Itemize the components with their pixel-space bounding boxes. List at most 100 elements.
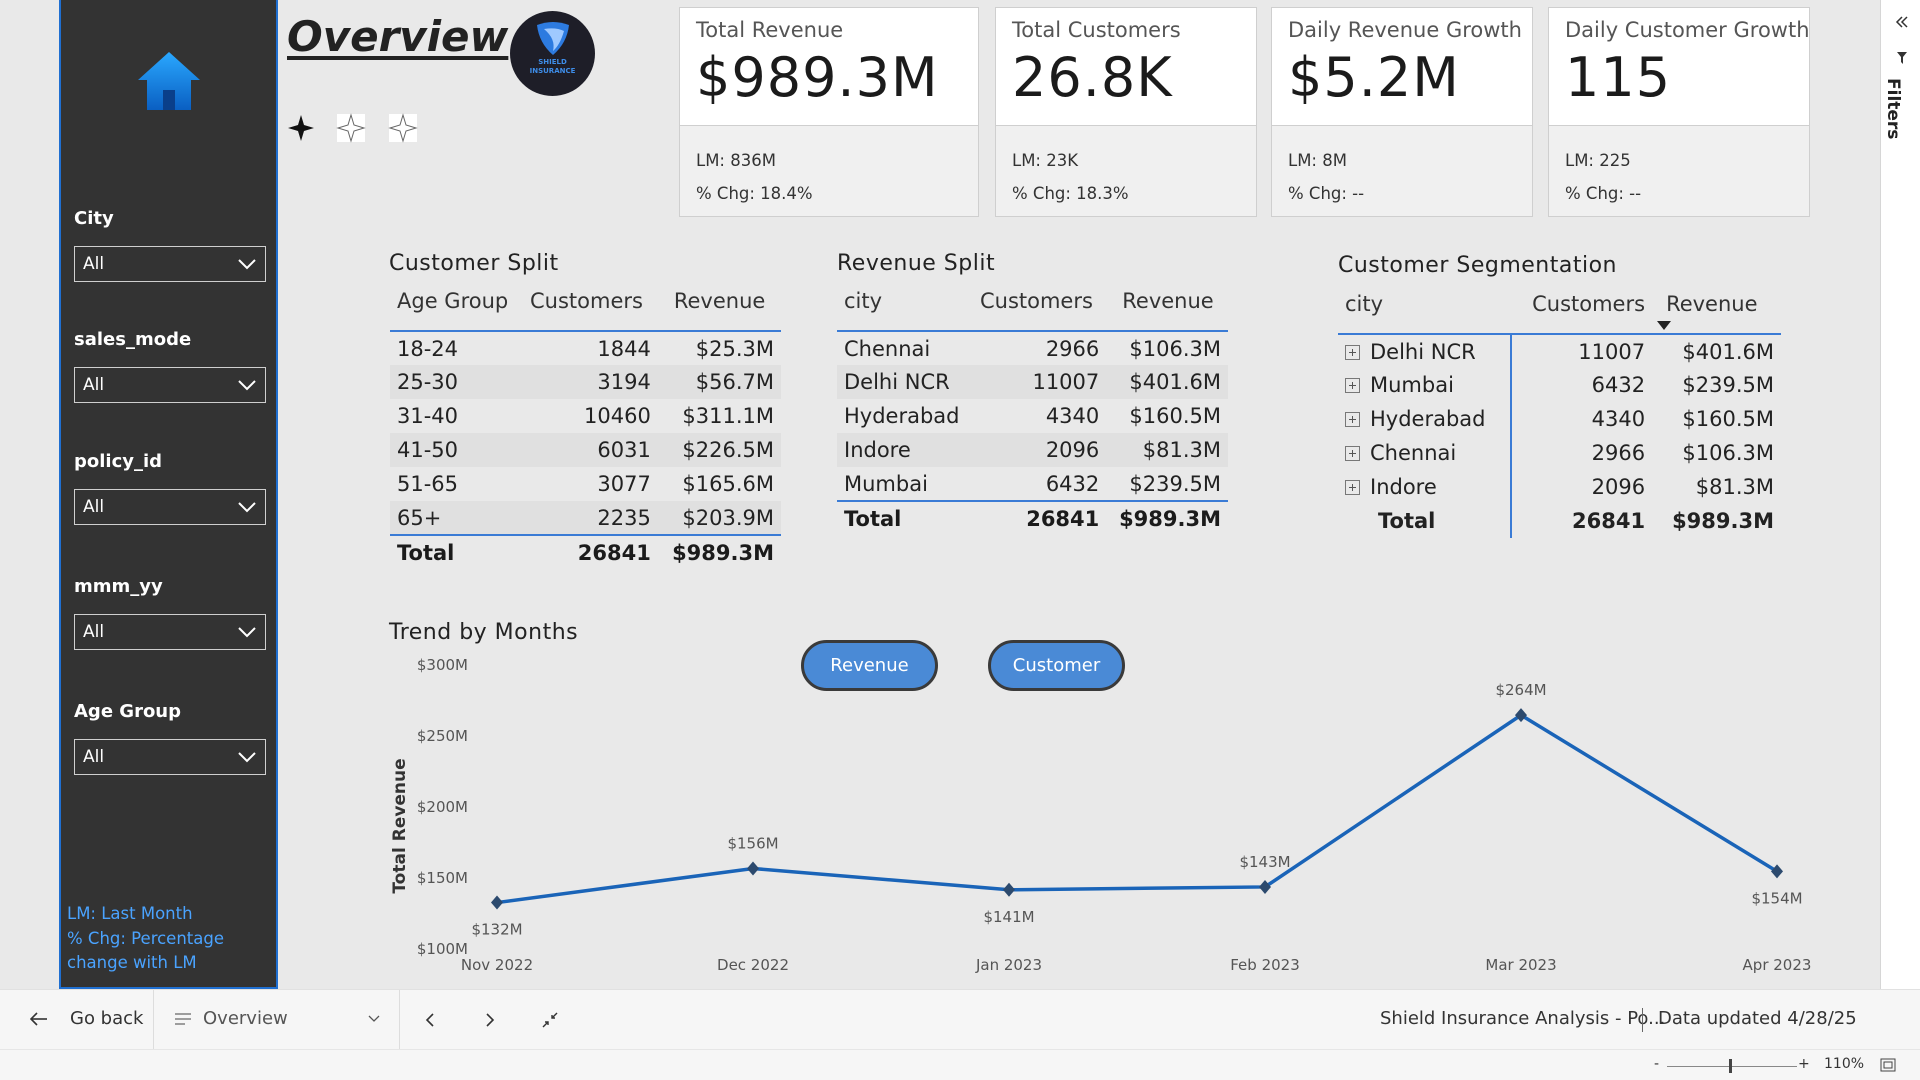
table-row[interactable]: 18-24 1844 $25.3M <box>390 331 781 365</box>
total-row: Total 26841 $989.3M <box>837 501 1228 535</box>
table-cell: Total <box>844 506 902 531</box>
table-cell: 4340 <box>1045 404 1100 428</box>
column-header[interactable]: Customers <box>1511 292 1652 334</box>
zoom-slider-thumb[interactable] <box>1729 1059 1732 1073</box>
kpi-last-month: LM: 23K <box>1012 151 1079 170</box>
slicer-value: All <box>83 747 105 767</box>
expand-icon[interactable] <box>1345 344 1360 360</box>
legend-note-line: change with LM <box>67 953 197 972</box>
column-header[interactable]: Revenue <box>1652 292 1781 334</box>
zoom-slider[interactable] <box>1667 1066 1797 1067</box>
table-cell: $401.6M <box>1682 339 1774 364</box>
age-group-slicer: Age Group All <box>74 701 266 775</box>
revenue-split-title: Revenue Split <box>837 251 996 276</box>
table-cell: Indore <box>1370 475 1437 499</box>
month-dropdown[interactable]: All <box>74 614 266 650</box>
revenue-split-table[interactable]: city Customers Revenue Chennai 2966 $106.3… <box>837 289 1228 535</box>
table-cell: 1844 <box>597 336 651 361</box>
table-row[interactable]: Hyderabad 4340 $160.5M <box>837 399 1228 433</box>
sales-mode-dropdown[interactable]: All <box>74 367 266 403</box>
kpi-card-daily-customer-growth[interactable]: Daily Customer Growth 115 LM: 225 % Chg:… <box>1548 7 1810 217</box>
table-cell: $989.3M <box>1672 509 1774 533</box>
table-cell: Hyderabad <box>1370 407 1486 431</box>
column-header[interactable]: Revenue <box>1106 289 1228 331</box>
column-header[interactable]: Age Group <box>390 289 523 331</box>
arrow-left-icon <box>30 1011 47 1026</box>
expand-icon[interactable] <box>1345 446 1360 461</box>
table-cell: 6432 <box>1591 373 1646 397</box>
table-row[interactable]: Indore 2096 $81.3M <box>1338 470 1781 504</box>
table-row[interactable]: 41-50 6031 $226.5M <box>390 433 781 467</box>
y-tick-label: $150M <box>417 869 468 887</box>
page-selector[interactable]: Overview <box>175 1008 380 1029</box>
table-row[interactable]: 25-30 3194 $56.7M <box>390 365 781 399</box>
chevron-down-icon <box>368 1015 380 1022</box>
next-page-icon[interactable] <box>484 1012 496 1028</box>
filters-pane[interactable]: Filters <box>1880 0 1920 989</box>
page-nav-diamond-icon[interactable] <box>388 113 418 143</box>
table-row[interactable]: Chennai 2966 $106.3M <box>1338 436 1781 470</box>
x-tick-label: Mar 2023 <box>1485 956 1556 974</box>
page-nav-diamond-active-icon[interactable] <box>286 113 316 143</box>
expand-icon[interactable] <box>1345 412 1360 427</box>
table-cell: 11007 <box>1032 370 1100 394</box>
page-nav-diamond-icon[interactable] <box>336 113 366 143</box>
customer-split-table[interactable]: Age Group Customers Revenue 18-24 1844 $25… <box>390 289 781 569</box>
table-cell: Mumbai <box>844 471 928 496</box>
fit-to-page-icon[interactable] <box>1880 1058 1896 1072</box>
table-row[interactable]: Indore 2096 $81.3M <box>837 433 1228 467</box>
table-row[interactable]: Mumbai 6432 $239.5M <box>837 467 1228 501</box>
x-tick-label: Jan 2023 <box>975 956 1042 974</box>
table-cell: 6432 <box>1045 471 1100 496</box>
legend-note-line: LM: Last Month <box>67 904 193 923</box>
previous-page-icon[interactable] <box>424 1012 436 1028</box>
table-cell: 10460 <box>584 404 651 428</box>
zoom-in-button[interactable]: + <box>1798 1056 1810 1072</box>
table-row[interactable]: 31-40 10460 $311.1M <box>390 399 781 433</box>
customer-segmentation-matrix[interactable]: city Customers Revenue Delhi NCR 11007 $40… <box>1338 292 1781 538</box>
filter-sidebar: City All sales_mode All policy_id All mm… <box>59 0 278 989</box>
slicer-label: sales_mode <box>74 329 192 350</box>
table-row[interactable]: 65+ 2235 $203.9M <box>390 501 781 535</box>
zoom-out-button[interactable]: - <box>1654 1056 1659 1072</box>
table-cell: $165.6M <box>682 472 774 496</box>
data-label: $141M <box>983 908 1034 926</box>
table-row[interactable]: Delhi NCR 11007 $401.6M <box>1338 334 1781 368</box>
kpi-card-total-customers[interactable]: Total Customers 26.8K LM: 23K % Chg: 18.… <box>995 7 1257 217</box>
expand-icon[interactable] <box>1345 480 1360 495</box>
slicer-label: Age Group <box>74 701 182 722</box>
kpi-card-total-revenue[interactable]: Total Revenue $989.3M LM: 836M % Chg: 18… <box>679 7 979 217</box>
go-back-label: Go back <box>70 1008 144 1029</box>
customer-segmentation-title: Customer Segmentation <box>1338 253 1617 278</box>
table-row[interactable]: 51-65 3077 $165.6M <box>390 467 781 501</box>
age-group-dropdown[interactable]: All <box>74 739 266 775</box>
filter-icon <box>1897 52 1907 64</box>
table-row[interactable]: Chennai 2966 $106.3M <box>837 331 1228 365</box>
table-cell: Total <box>1338 504 1512 538</box>
column-header[interactable]: Revenue <box>658 289 781 331</box>
home-icon[interactable] <box>136 50 202 112</box>
column-header[interactable]: city <box>837 289 973 331</box>
table-cell: $160.5M <box>1129 404 1221 428</box>
column-header[interactable]: Customers <box>523 289 658 331</box>
table-cell: 18-24 <box>397 336 459 361</box>
column-header[interactable]: Customers <box>973 289 1106 331</box>
collapse-pane-icon[interactable] <box>1895 15 1909 29</box>
column-header[interactable]: city <box>1338 292 1511 334</box>
kpi-card-daily-revenue-growth[interactable]: Daily Revenue Growth $5.2M LM: 8M % Chg:… <box>1271 7 1533 217</box>
slicer-value: All <box>83 254 105 274</box>
table-cell: 2096 <box>1045 438 1100 462</box>
divider <box>1642 1008 1643 1032</box>
exit-fullscreen-icon[interactable] <box>542 1012 558 1028</box>
sort-descending-icon[interactable] <box>1657 321 1671 330</box>
chevron-down-icon <box>238 502 256 513</box>
go-back-button[interactable]: Go back <box>30 1008 143 1029</box>
table-row[interactable]: Mumbai 6432 $239.5M <box>1338 368 1781 402</box>
city-dropdown[interactable]: All <box>74 246 266 282</box>
y-tick-label: $200M <box>417 798 468 816</box>
table-row[interactable]: Delhi NCR 11007 $401.6M <box>837 365 1228 399</box>
policy-id-dropdown[interactable]: All <box>74 489 266 525</box>
expand-icon[interactable] <box>1345 378 1360 393</box>
table-row[interactable]: Hyderabad 4340 $160.5M <box>1338 402 1781 436</box>
data-label: $156M <box>727 834 778 852</box>
